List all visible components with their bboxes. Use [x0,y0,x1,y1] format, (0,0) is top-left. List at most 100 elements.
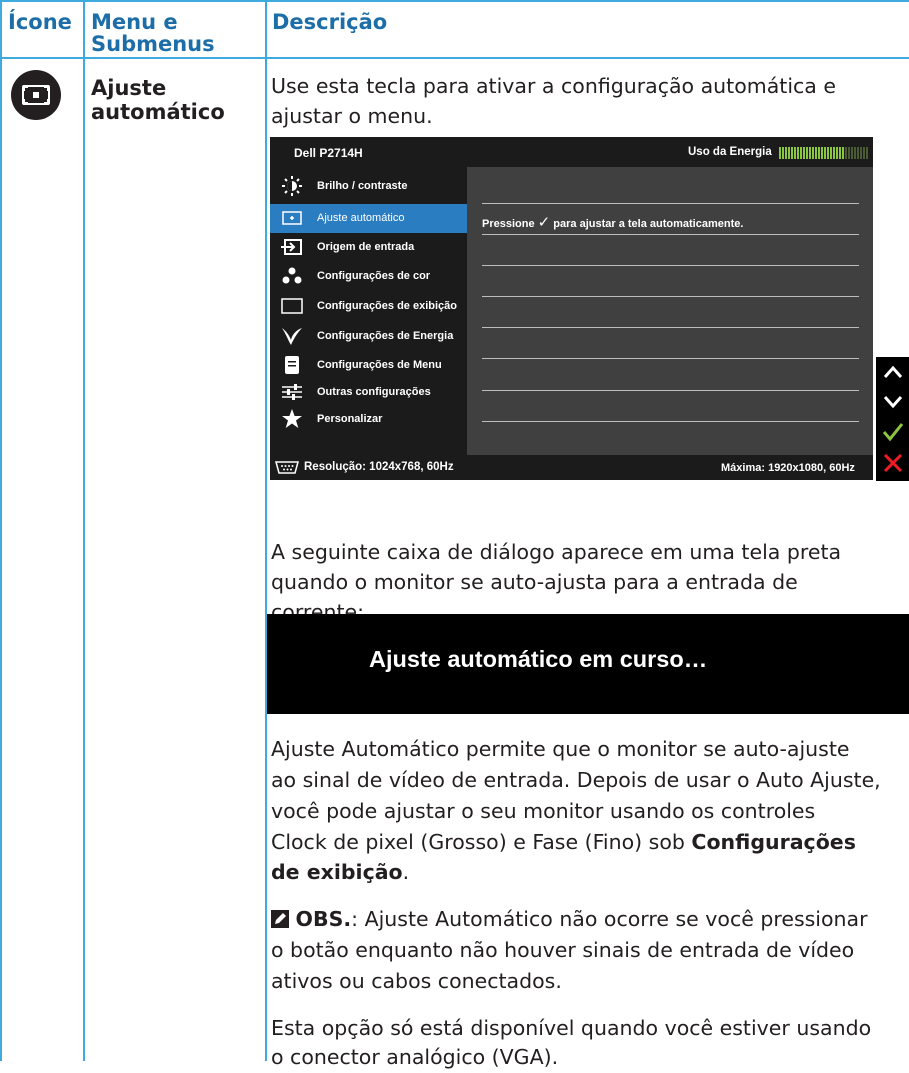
osd-menu-item-cor[interactable]: Configurações de cor [270,262,467,291]
energy-meter-bar [845,147,847,159]
table-top-border [0,0,909,2]
osd-menu-item-personalizar[interactable]: Personalizar [270,405,467,434]
color-dots-icon [282,267,302,284]
down-button[interactable] [876,387,909,417]
energy-meter-bar [830,147,832,159]
energy-meter-bar [815,147,817,159]
energy-meter-bar [785,147,787,159]
auto-line-2: ao sinal de vídeo de entrada. Depois de … [271,768,881,792]
check-icon: ✓ [537,214,551,231]
note-line-2: o botão enquanto não houver sinais de en… [271,938,855,962]
osd-menu-item-ajuste[interactable]: Ajuste automático [270,204,467,233]
energy-meter-bar [797,147,799,159]
energy-meter-bar [806,147,808,159]
osd-menu-item-label: Origem de entrada [317,241,415,253]
osd-press-suffix: para ajustar a tela automaticamente. [553,218,744,230]
auto-line-4-text: Clock de pixel (Grosso) e Fase (Fino) so… [271,830,692,854]
osd-screenshot: Dell P2714H Uso da Energia Brilho / cont… [270,137,873,480]
menu-list-icon [285,356,299,374]
auto-line-5: de exibição. [271,857,909,888]
auto-line-3: você pode ajustar o seu monitor usando o… [271,799,816,823]
osd-press-instruction: Pressione ✓ para ajustar a tela automati… [482,213,743,231]
osd-divider [482,265,859,266]
confirm-button[interactable] [876,417,909,447]
vga-line-1: Esta opção só está disponível quando voc… [271,1016,872,1040]
osd-menu-item-menu[interactable]: Configurações de Menu [270,351,467,380]
osd-divider [482,203,859,204]
dialog-line-2: quando o monitor se auto-ajusta para a e… [271,570,798,594]
vga-line-2: o conector analógico (VGA). [271,1045,559,1069]
osd-resolution: Resolução: 1024x768, 60Hz [304,461,454,473]
osd-press-prefix: Pressione [482,218,535,230]
osd-divider [482,296,859,297]
down-arrow-icon [883,396,903,409]
energy-meter-bar [866,147,868,159]
intro-line-2: ajustar o menu. [271,104,433,128]
energy-meter-bar [818,147,820,159]
osd-menu-item-brilho[interactable]: Brilho / contraste [270,172,467,201]
input-source-icon [281,239,302,255]
osd-divider [482,358,859,359]
energy-meter-bar [863,147,865,159]
exit-button[interactable] [876,447,909,481]
energy-meter-bar [848,147,850,159]
energy-meter-bar [800,147,802,159]
energy-meter-bar [827,147,829,159]
display-settings-ref-2: de exibição [271,860,403,884]
sliders-icon [282,384,302,400]
energy-leaf-icon [282,328,302,345]
up-arrow-icon [883,365,903,378]
energy-meter-bar [839,147,841,159]
auto-adjust-icon [11,70,61,120]
pencil-icon [271,910,289,928]
energy-meter [779,147,869,159]
osd-menu-item-label: Ajuste automático [317,212,405,224]
osd-menu-item-outras[interactable]: Outras configurações [270,378,467,407]
note-line-3: ativos ou cabos conectados. [271,969,562,993]
col-divider-2 [265,0,267,1061]
osd-menu-item-label: Personalizar [317,413,383,425]
dialog-line-1: A seguinte caixa de diálogo aparece em u… [271,540,842,564]
osd-menu-item-label: Brilho / contraste [317,180,408,192]
note-line-1-text: : Ajuste Automático não ocorre se você p… [351,907,868,931]
brightness-icon [282,176,302,196]
display-settings-ref: Configurações [691,830,856,854]
energy-meter-bar [842,147,844,159]
osd-divider [482,421,859,422]
check-icon [882,423,904,442]
auto-line-4: Clock de pixel (Grosso) e Fase (Fino) so… [271,827,909,858]
energy-meter-bar [794,147,796,159]
col-divider-1 [83,0,85,1061]
star-icon [282,409,302,428]
menu-ajuste: Ajuste [91,76,167,100]
energy-meter-bar [782,147,784,159]
up-button[interactable] [876,357,909,387]
energy-meter-bar [860,147,862,159]
osd-menu-item-origem[interactable]: Origem de entrada [270,233,467,262]
auto-adjust-progress-box: Ajuste automático em curso… [267,614,909,714]
osd-divider [482,234,859,235]
osd-max-resolution: Máxima: 1920x1080, 60Hz [721,462,855,474]
auto-line-5-end: . [402,860,410,884]
energy-meter-bar [854,147,856,159]
energy-meter-bar [803,147,805,159]
energy-meter-bar [788,147,790,159]
osd-menu-item-label: Configurações de Energia [317,330,454,342]
auto-line-1: Ajuste Automático permite que o monitor … [271,737,850,761]
osd-menu-item-exibicao[interactable]: Configurações de exibição [270,292,467,321]
osd-menu-item-label: Outras configurações [317,386,431,398]
header-icon: Ícone [8,10,72,34]
osd-energy-label: Uso da Energia [688,146,772,158]
osd-menu-item-energia[interactable]: Configurações de Energia [270,322,467,351]
header-bottom-border [0,57,909,59]
osd-divider [482,327,859,328]
energy-meter-bar [836,147,838,159]
osd-menu-item-label: Configurações de cor [317,270,431,282]
energy-meter-bar [851,147,853,159]
display-rect-icon [281,298,303,314]
progress-message: Ajuste automático em curso… [369,646,708,672]
osd-divider [482,390,859,391]
table-left-border [0,0,2,1061]
note-line-1: OBS.: Ajuste Automático não ocorre se vo… [271,904,909,935]
close-icon [883,453,903,473]
